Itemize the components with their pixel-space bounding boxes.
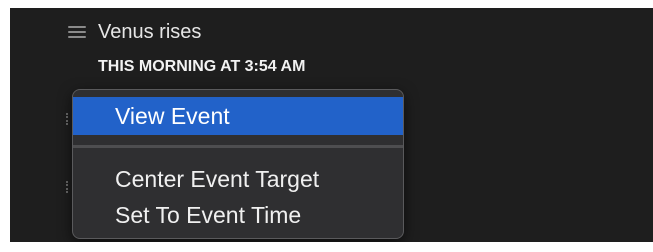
list-icon [68, 25, 86, 39]
row-handle-mark [66, 181, 71, 193]
context-menu: View Event Center Event Target Set To Ev… [72, 89, 404, 239]
row-handle-mark [66, 113, 71, 125]
event-title[interactable]: Venus rises [98, 21, 201, 44]
view-event-menu-item[interactable]: View Event [73, 97, 403, 135]
event-header: Venus rises [68, 20, 201, 44]
set-to-event-time-menu-item[interactable]: Set To Event Time [73, 196, 403, 234]
menu-separator [73, 145, 403, 148]
event-panel: Venus rises THIS MORNING AT 3:54 AM View… [10, 8, 653, 242]
center-event-target-menu-item[interactable]: Center Event Target [73, 160, 403, 198]
event-time: THIS MORNING AT 3:54 AM [98, 58, 306, 75]
